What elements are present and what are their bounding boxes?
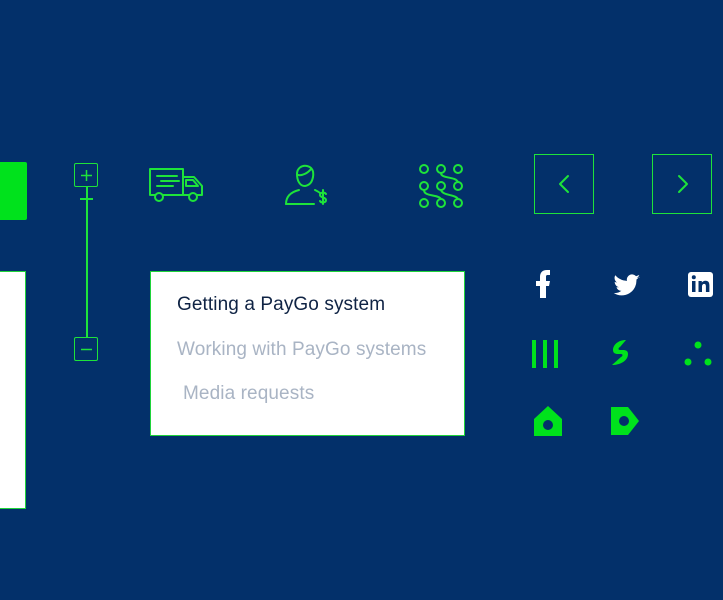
- swirl-logo-icon[interactable]: [604, 336, 638, 370]
- minus-icon[interactable]: [74, 337, 98, 361]
- chevron-left-icon: [559, 175, 569, 193]
- slider-handle[interactable]: [80, 198, 93, 200]
- plus-icon[interactable]: [74, 163, 98, 187]
- slider-track[interactable]: [86, 187, 88, 337]
- bars-logo-icon[interactable]: [530, 337, 564, 371]
- twitter-icon[interactable]: [609, 268, 643, 302]
- side-panel: [0, 271, 26, 509]
- menu-item-getting-paygo[interactable]: Getting a PayGo system: [177, 294, 385, 316]
- triangle-dots-icon[interactable]: [680, 337, 714, 371]
- tag-icon[interactable]: [608, 404, 642, 438]
- menu-item-working-paygo[interactable]: Working with PayGo systems: [177, 339, 426, 361]
- linkedin-icon[interactable]: [684, 268, 718, 302]
- menu-item-media-requests[interactable]: Media requests: [183, 383, 314, 405]
- person-dollar-icon: [284, 164, 330, 208]
- chevron-right-icon: [678, 175, 688, 193]
- delivery-truck-icon: [148, 165, 206, 205]
- network-dots-icon: [418, 163, 464, 209]
- menu-card: Getting a PayGo system Working with PayG…: [150, 271, 465, 436]
- previous-button[interactable]: [534, 154, 594, 214]
- green-action-button[interactable]: [0, 162, 27, 220]
- zoom-slider[interactable]: [74, 163, 100, 363]
- next-button[interactable]: [652, 154, 712, 214]
- home-pin-icon[interactable]: [532, 404, 566, 438]
- facebook-icon[interactable]: [528, 268, 562, 302]
